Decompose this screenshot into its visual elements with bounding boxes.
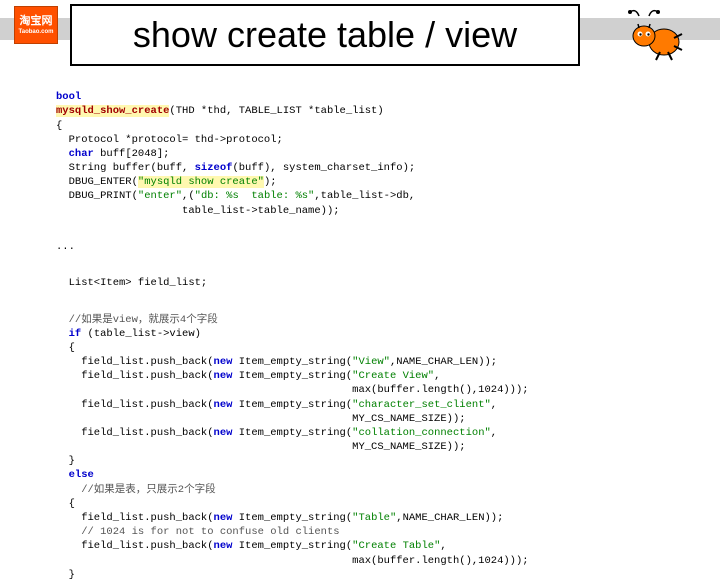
code-block: bool mysqld_show_create(THD *thd, TABLE_… xyxy=(56,76,680,582)
code-text: ,( xyxy=(182,190,195,202)
code-str: "collation_connection" xyxy=(352,427,491,439)
code-kw: new xyxy=(214,540,233,552)
code-str: "Table" xyxy=(352,512,396,524)
code-str: "Create View" xyxy=(352,370,434,382)
code-kw: new xyxy=(214,512,233,524)
code-str: "character_set_client" xyxy=(352,399,491,411)
code-func-name: mysqld_show_create xyxy=(56,105,169,117)
code-text: table_list->table_name)); xyxy=(56,205,340,217)
code-text: Item_empty_string( xyxy=(232,399,352,411)
code-kw: new xyxy=(214,370,233,382)
code-text: ); xyxy=(264,176,277,188)
code-text: ,table_list->db, xyxy=(314,190,415,202)
code-kw: sizeof xyxy=(195,162,233,174)
code-text: (buff), system_charset_info); xyxy=(232,162,415,174)
code-text: field_list.push_back( xyxy=(56,540,214,552)
code-text: field_list.push_back( xyxy=(56,370,214,382)
ant-mascot-icon xyxy=(624,6,686,62)
code-text: Item_empty_string( xyxy=(232,512,352,524)
logo-text-en: Taobao.com xyxy=(19,29,54,35)
code-text: field_list.push_back( xyxy=(56,356,214,368)
code-kw: char xyxy=(69,148,94,160)
code-text: , xyxy=(491,427,497,439)
code-text: field_list.push_back( xyxy=(56,427,214,439)
code-text xyxy=(56,328,69,340)
code-text: DBUG_PRINT( xyxy=(56,190,138,202)
code-text: DBUG_ENTER( xyxy=(56,176,138,188)
code-text: Item_empty_string( xyxy=(232,356,352,368)
code-text: { xyxy=(56,498,75,510)
slide-title: show create table / view xyxy=(133,14,517,56)
code-text: Item_empty_string( xyxy=(232,540,352,552)
code-text: MY_CS_NAME_SIZE)); xyxy=(56,441,466,453)
code-text: } xyxy=(56,569,75,581)
code-kw: else xyxy=(69,469,94,481)
code-text: , xyxy=(434,370,440,382)
code-text: (THD *thd, TABLE_LIST *table_list) xyxy=(169,105,383,117)
code-str: "Create Table" xyxy=(352,540,440,552)
code-kw: bool xyxy=(56,91,81,103)
code-kw: new xyxy=(214,356,233,368)
code-str: "enter" xyxy=(138,190,182,202)
code-comment: //如果是表，只展示2个字段 xyxy=(56,484,216,496)
code-text: { xyxy=(56,120,62,132)
code-str: "View" xyxy=(352,356,390,368)
code-str: "db: %s table: %s" xyxy=(195,190,315,202)
code-text: buff[2048]; xyxy=(94,148,170,160)
code-text: MY_CS_NAME_SIZE)); xyxy=(56,413,466,425)
code-text: , xyxy=(440,540,446,552)
code-str: "mysqld show create" xyxy=(138,176,264,188)
title-box: show create table / view xyxy=(70,4,580,66)
code-comment: // 1024 is for not to confuse old client… xyxy=(56,526,340,538)
code-text: ,NAME_CHAR_LEN)); xyxy=(390,356,497,368)
code-text: Item_empty_string( xyxy=(232,427,352,439)
code-text: max(buffer.length(),1024))); xyxy=(56,555,529,567)
code-text: ,NAME_CHAR_LEN)); xyxy=(396,512,503,524)
code-text: max(buffer.length(),1024))); xyxy=(56,384,529,396)
code-text: (table_list->view) xyxy=(81,328,201,340)
code-text: ... xyxy=(56,241,75,253)
code-kw: if xyxy=(69,328,82,340)
code-text: } xyxy=(56,455,75,467)
code-text xyxy=(56,148,69,160)
code-text: { xyxy=(56,342,75,354)
taobao-logo: 淘宝网 Taobao.com xyxy=(14,6,58,44)
code-text: Item_empty_string( xyxy=(232,370,352,382)
code-kw: new xyxy=(214,399,233,411)
code-text: field_list.push_back( xyxy=(56,399,214,411)
code-text: field_list.push_back( xyxy=(56,512,214,524)
code-kw: new xyxy=(214,427,233,439)
code-text: , xyxy=(491,399,497,411)
code-text: String buffer(buff, xyxy=(56,162,195,174)
code-comment: //如果是view，就展示4个字段 xyxy=(56,314,218,326)
code-text xyxy=(56,469,69,481)
code-text: List<Item> field_list; xyxy=(56,277,207,289)
code-text: Protocol *protocol= thd->protocol; xyxy=(56,134,283,146)
logo-text-cn: 淘宝网 xyxy=(20,16,53,27)
